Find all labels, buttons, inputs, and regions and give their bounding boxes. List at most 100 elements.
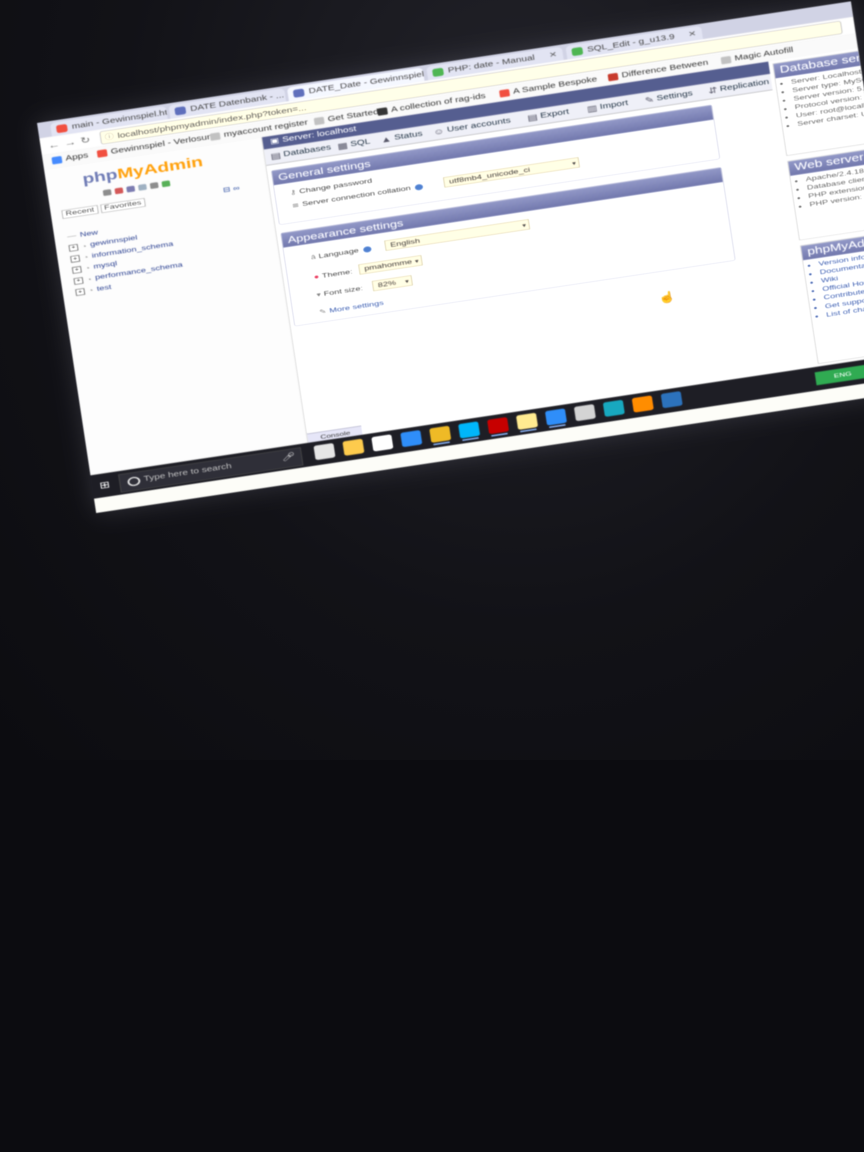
collation-select[interactable]: utf8mb4_unicode_ci ▾: [442, 157, 581, 188]
tab-import[interactable]: ▥ Import: [586, 99, 629, 114]
close-icon[interactable]: ✕: [684, 29, 698, 39]
notepad-icon[interactable]: [516, 412, 539, 430]
logo-php: php: [81, 166, 119, 188]
help-icon[interactable]: [137, 183, 147, 191]
close-icon[interactable]: ✕: [283, 89, 286, 99]
collation-value: utf8mb4_unicode_ci: [448, 166, 531, 186]
databases-icon: ▤: [269, 150, 282, 162]
tab-settings[interactable]: ✎ Settings: [644, 89, 694, 106]
hand-cursor-icon: ☝: [657, 290, 678, 305]
page-icon: [720, 55, 732, 65]
tab-export[interactable]: ▤ Export: [527, 107, 570, 123]
theme-row: ● Theme:: [313, 268, 353, 281]
gear-icon[interactable]: [149, 182, 159, 190]
status-icon: ▲: [380, 133, 393, 145]
tree-label: test: [96, 283, 112, 293]
search-placeholder: Type here to search: [143, 462, 233, 484]
key-icon: ⚷: [289, 188, 298, 197]
sql-icon: ▦: [336, 140, 349, 152]
chrome-icon[interactable]: [429, 425, 452, 443]
wrench-icon: ✎: [318, 307, 328, 317]
system-tray[interactable]: ENG: [814, 364, 864, 386]
language-icon: ǎ: [310, 253, 317, 262]
bookmark-label: Apps: [64, 151, 89, 163]
tab-status[interactable]: ▲ Status: [380, 129, 423, 145]
cortana-icon: [126, 475, 141, 487]
reload-icon[interactable]: [161, 180, 171, 188]
favorites-tab[interactable]: Favorites: [99, 198, 146, 214]
theme-select[interactable]: pmahomme ▾: [358, 254, 423, 275]
edge-icon[interactable]: [544, 408, 568, 426]
tab-favicon: [55, 123, 68, 133]
tab-label: Settings: [656, 89, 694, 103]
chevron-down-icon: ▾: [571, 160, 577, 167]
language-value: English: [389, 237, 421, 249]
bookmark-apps[interactable]: Apps: [51, 151, 89, 165]
page-icon: [209, 131, 221, 141]
recent-favorites-tabs: RecentFavorites: [61, 198, 148, 219]
close-icon[interactable]: ✕: [423, 68, 424, 78]
tab-label: Import: [599, 99, 629, 112]
users-icon: ☺: [432, 126, 446, 137]
theme-value: pmahomme: [363, 258, 413, 273]
vlc-icon[interactable]: [631, 395, 654, 413]
skype-icon[interactable]: [458, 421, 481, 439]
forward-icon[interactable]: →: [63, 137, 76, 149]
database-tree: — New + ◔ gewinnspiel + ◔ information_schema …: [66, 215, 185, 298]
tab-favicon: [431, 67, 445, 77]
theme-icon: ●: [313, 272, 320, 281]
bookmark-favicon: [607, 72, 619, 82]
expand-icon[interactable]: +: [73, 276, 84, 285]
windows-start-icon[interactable]: ⊞: [99, 478, 113, 490]
file-explorer-icon[interactable]: [342, 438, 365, 456]
steam-icon[interactable]: [573, 404, 596, 422]
expand-icon[interactable]: +: [70, 254, 81, 263]
collapse-link-icon[interactable]: ⊟ ∞: [222, 185, 240, 195]
tab-favicon: [571, 46, 584, 56]
fontsize-row: ▾ Font size:: [316, 285, 364, 299]
store-icon[interactable]: [371, 434, 394, 452]
tab-label: Export: [539, 108, 570, 121]
page-icon: [313, 116, 325, 126]
reload-icon[interactable]: ↻: [80, 134, 91, 146]
expand-icon[interactable]: +: [75, 287, 86, 296]
language-label: Language: [318, 247, 360, 261]
docs-icon[interactable]: [126, 185, 136, 193]
logo-myadmin: MyAdmin: [116, 154, 204, 182]
import-icon: ▥: [586, 103, 598, 114]
back-icon[interactable]: ←: [47, 139, 60, 151]
expand-icon[interactable]: +: [68, 243, 79, 252]
apps-icon: [51, 155, 63, 165]
task-view-icon[interactable]: [313, 442, 336, 461]
theme-label: Theme:: [321, 267, 354, 280]
tab-favicon: [292, 88, 305, 98]
home-icon[interactable]: [102, 189, 112, 197]
bookmark-favicon: [498, 88, 511, 98]
bookmark-favicon: [376, 106, 388, 116]
tab-sql[interactable]: ▦ SQL: [337, 137, 371, 151]
mail-icon[interactable]: [400, 429, 423, 448]
logout-icon[interactable]: [114, 187, 124, 195]
new-icon: —: [66, 232, 77, 241]
help-icon[interactable]: [414, 183, 424, 191]
filezilla-icon[interactable]: [487, 417, 510, 435]
collation-icon: ≣: [291, 201, 301, 210]
database-icon: ◔: [86, 275, 93, 283]
chevron-down-icon: ▾: [404, 278, 410, 285]
close-icon[interactable]: ✕: [545, 50, 558, 60]
replication-icon: ⇵: [707, 85, 718, 96]
app-blue-icon[interactable]: [660, 391, 683, 409]
database-icon: ◔: [84, 264, 91, 272]
help-icon[interactable]: [362, 245, 372, 253]
more-settings-link[interactable]: ✎ More settings: [319, 299, 385, 316]
bookmark-favicon: [96, 148, 108, 158]
app-teal-icon[interactable]: [602, 399, 625, 417]
fontsize-select[interactable]: 82% ▾: [371, 275, 414, 292]
tab-label: Databases: [282, 143, 332, 159]
fontsize-label: Font size:: [323, 285, 364, 299]
database-server-box: Database server Server: Localhost via Se…: [772, 48, 864, 156]
microphone-icon[interactable]: 🎤︎: [281, 451, 296, 462]
recent-tab[interactable]: Recent: [61, 205, 99, 219]
expand-icon[interactable]: +: [71, 265, 82, 274]
info-icon: ⓘ: [104, 132, 115, 142]
